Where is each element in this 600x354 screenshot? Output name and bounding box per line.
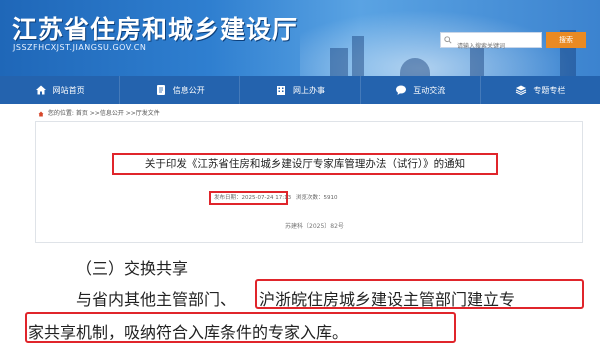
article-title: 关于印发《江苏省住房和城乡建设厅专家库管理办法（试行）》的通知 — [112, 153, 498, 175]
home-icon — [35, 85, 46, 95]
search-button[interactable]: 搜索 — [546, 32, 586, 48]
highlighted-text: 沪浙皖住房城乡建设主管部门建立专 — [259, 290, 516, 309]
banner-building — [330, 48, 348, 76]
search-input[interactable] — [441, 39, 541, 54]
nav-item-online-service[interactable]: 网上办事 — [240, 76, 361, 104]
section-heading: （三）交换共享 — [76, 259, 189, 278]
highlighted-text: 家共享机制，吸纳符合入库条件的专家入库。 — [28, 323, 349, 342]
nav-label: 网站首页 — [52, 85, 85, 95]
nav-label: 专题专栏 — [533, 85, 566, 95]
document-number: 苏建科〔2025〕82号 — [285, 223, 344, 230]
site-domain: JSSZFHCXJST.JIANGSU.GOV.CN — [13, 43, 147, 52]
layers-icon — [516, 85, 527, 96]
search-input-wrapper — [440, 32, 542, 54]
main-nav: 网站首页 信息公开 网上办事 互动交流 专题专栏 — [0, 76, 600, 104]
nav-item-info-public[interactable]: 信息公开 — [120, 76, 241, 104]
breadcrumb-text[interactable]: 您的位置: 首页 >>信息公开 >>厅发文件 — [48, 110, 160, 117]
header-banner: 江苏省住房和城乡建设厅 JSSZFHCXJST.JIANGSU.GOV.CN 搜… — [0, 0, 600, 76]
building-icon — [277, 86, 285, 95]
breadcrumb: 您的位置: 首页 >>信息公开 >>厅发文件 — [38, 108, 160, 117]
publish-date: 发布日期：2025-07-24 17:13 — [209, 191, 291, 205]
home-icon — [38, 111, 44, 116]
nav-label: 信息公开 — [172, 85, 205, 95]
banner-building — [352, 36, 364, 76]
nav-label: 互动交流 — [413, 85, 446, 95]
nav-label: 网上办事 — [293, 85, 325, 95]
nav-item-topics[interactable]: 专题专栏 — [481, 76, 600, 104]
search-icon — [444, 36, 452, 44]
paragraph-text: 与省内其他主管部门、 — [76, 290, 237, 309]
nav-item-home[interactable]: 网站首页 — [0, 76, 121, 104]
document-icon — [156, 85, 165, 95]
nav-item-interaction[interactable]: 互动交流 — [361, 76, 481, 104]
site-title[interactable]: 江苏省住房和城乡建设厅 — [12, 10, 298, 46]
view-count: 浏览次数：5910 — [296, 195, 338, 201]
chat-icon — [396, 85, 407, 95]
